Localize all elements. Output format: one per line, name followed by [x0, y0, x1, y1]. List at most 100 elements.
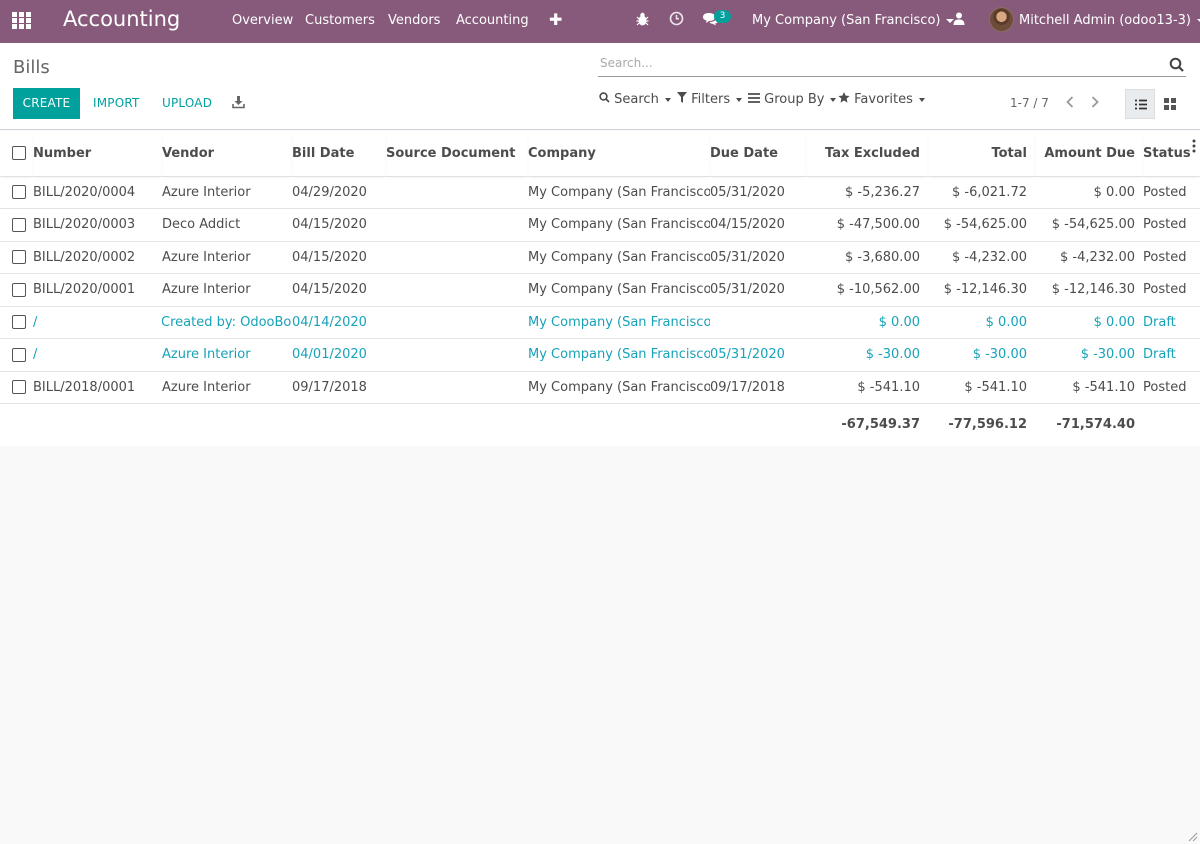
company-name: My Company (San Francisco): [752, 13, 941, 28]
optional-columns-icon[interactable]: [1192, 139, 1196, 153]
resize-grip-icon[interactable]: [1186, 830, 1198, 842]
cell-company: My Company (San Francisco): [528, 306, 710, 339]
column-tax-excluded[interactable]: Tax Excluded: [806, 131, 928, 177]
cell-number: BILL/2018/0001: [33, 371, 162, 404]
column-status[interactable]: Status: [1143, 131, 1200, 177]
upload-button[interactable]: UPLOAD: [162, 96, 212, 110]
cell-due-date: 05/31/2020: [710, 338, 806, 372]
select-all-checkbox[interactable]: [12, 146, 26, 161]
user-menu[interactable]: Mitchell Admin (odoo13-3): [1019, 13, 1200, 28]
cell-tax-excluded: $ -541.10: [806, 371, 928, 404]
cell-due-date: 05/31/2020: [710, 176, 806, 209]
cell-tax-excluded: $ -47,500.00: [806, 208, 928, 242]
company-switcher[interactable]: My Company (San Francisco): [752, 13, 955, 28]
cell-number: BILL/2020/0001: [33, 273, 162, 307]
select-all-cell: [0, 131, 33, 177]
table-row[interactable]: BILL/2020/0002 Azure Interior 04/15/2020…: [0, 241, 1200, 274]
filters-button[interactable]: Filters: [677, 92, 743, 107]
cell-source: [386, 208, 528, 242]
row-checkbox[interactable]: [12, 185, 26, 200]
column-vendor[interactable]: Vendor: [162, 131, 292, 177]
search-options-label: Search: [614, 92, 659, 107]
download-icon[interactable]: [232, 95, 245, 109]
table-row[interactable]: BILL/2020/0003 Deco Addict 04/15/2020 My…: [0, 208, 1200, 242]
cell-source: [386, 338, 528, 372]
column-due-date[interactable]: Due Date: [710, 131, 806, 177]
cell-vendor: #Created by: OdooBot: [162, 306, 292, 339]
cell-due-date: 05/31/2020: [710, 273, 806, 307]
list-view-button[interactable]: [1125, 89, 1155, 119]
list-view-icon: [1135, 99, 1147, 110]
cell-source: [386, 176, 528, 209]
cell-due-date: [710, 306, 806, 339]
cell-tax-excluded: $ 0.00: [806, 306, 928, 339]
row-checkbox[interactable]: [12, 315, 26, 330]
cell-company: My Company (San Francisco): [528, 273, 710, 307]
import-button[interactable]: IMPORT: [93, 96, 140, 110]
menu-accounting[interactable]: Accounting: [456, 13, 529, 28]
table-row[interactable]: / #Created by: OdooBot 04/14/2020 My Com…: [0, 306, 1200, 339]
bug-icon[interactable]: [636, 12, 649, 26]
cell-total: $ -4,232.00: [928, 241, 1035, 274]
create-button[interactable]: CREATE: [13, 88, 80, 119]
search-icon[interactable]: [1169, 57, 1184, 72]
table-row[interactable]: / Azure Interior 04/01/2020 My Company (…: [0, 338, 1200, 372]
app-title[interactable]: Accounting: [63, 7, 180, 31]
caret-down-icon: [830, 97, 837, 102]
pager-value[interactable]: 1-7 / 7: [1010, 96, 1049, 110]
search-options-button[interactable]: Search: [599, 92, 671, 107]
menu-overview[interactable]: Overview: [232, 13, 293, 28]
cell-bill-date: 04/01/2020: [292, 338, 386, 372]
column-amount-due[interactable]: Amount Due: [1035, 131, 1143, 177]
row-checkbox[interactable]: [12, 380, 26, 395]
row-checkbox[interactable]: [12, 217, 26, 232]
search-bar: [598, 53, 1186, 77]
user-icon[interactable]: [953, 12, 965, 26]
cell-source: [386, 241, 528, 274]
menu-customers[interactable]: Customers: [305, 13, 375, 28]
cell-amount-due: $ 0.00: [1035, 176, 1143, 209]
column-bill-date[interactable]: Bill Date: [292, 131, 386, 177]
row-checkbox[interactable]: [12, 282, 26, 297]
cell-amount-due: $ 0.00: [1035, 306, 1143, 339]
cell-bill-date: 04/15/2020: [292, 273, 386, 307]
table-row[interactable]: BILL/2018/0001 Azure Interior 09/17/2018…: [0, 371, 1200, 404]
clock-icon[interactable]: [669, 11, 684, 26]
chevron-right-icon[interactable]: [1090, 95, 1100, 109]
plus-icon[interactable]: ✚: [549, 10, 562, 29]
cell-vendor: Azure Interior: [162, 176, 292, 209]
cell-status: Draft: [1143, 338, 1200, 372]
filter-icon: [677, 92, 687, 103]
apps-menu-icon[interactable]: [12, 12, 32, 30]
row-checkbox[interactable]: [12, 250, 26, 265]
cell-tax-excluded: $ -3,680.00: [806, 241, 928, 274]
cell-due-date: 09/17/2018: [710, 371, 806, 404]
cell-bill-date: 04/29/2020: [292, 176, 386, 209]
cell-vendor: Azure Interior: [162, 241, 292, 274]
cell-vendor: Deco Addict: [162, 208, 292, 242]
table-row[interactable]: BILL/2020/0001 Azure Interior 04/15/2020…: [0, 273, 1200, 307]
column-company[interactable]: Company: [528, 131, 710, 177]
user-name: Mitchell Admin (odoo13-3): [1019, 13, 1191, 28]
cell-total: $ 0.00: [928, 306, 1035, 339]
cell-status: Posted: [1143, 371, 1200, 404]
chevron-left-icon[interactable]: [1065, 95, 1075, 109]
column-number[interactable]: Number: [33, 131, 162, 177]
table-row[interactable]: BILL/2020/0004 Azure Interior 04/29/2020…: [0, 176, 1200, 209]
column-source-document[interactable]: Source Document: [386, 131, 528, 177]
menu-vendors[interactable]: Vendors: [388, 13, 440, 28]
groupby-button[interactable]: Group By: [748, 92, 837, 107]
kanban-view-button[interactable]: [1155, 89, 1185, 119]
row-checkbox[interactable]: [12, 347, 26, 362]
control-panel: Bills CREATE IMPORT UPLOAD Search Filter…: [0, 43, 1200, 130]
caret-down-icon: [736, 97, 743, 102]
filters-label: Filters: [691, 92, 731, 107]
cell-company: My Company (San Francisco): [528, 208, 710, 242]
avatar[interactable]: [989, 7, 1014, 32]
total-amount-due: -71,574.40: [1056, 417, 1135, 433]
column-total[interactable]: Total: [928, 131, 1035, 177]
cell-amount-due: $ -4,232.00: [1035, 241, 1143, 274]
favorites-button[interactable]: Favorites: [838, 92, 925, 107]
star-icon: [838, 92, 850, 103]
search-input[interactable]: [600, 56, 1160, 70]
